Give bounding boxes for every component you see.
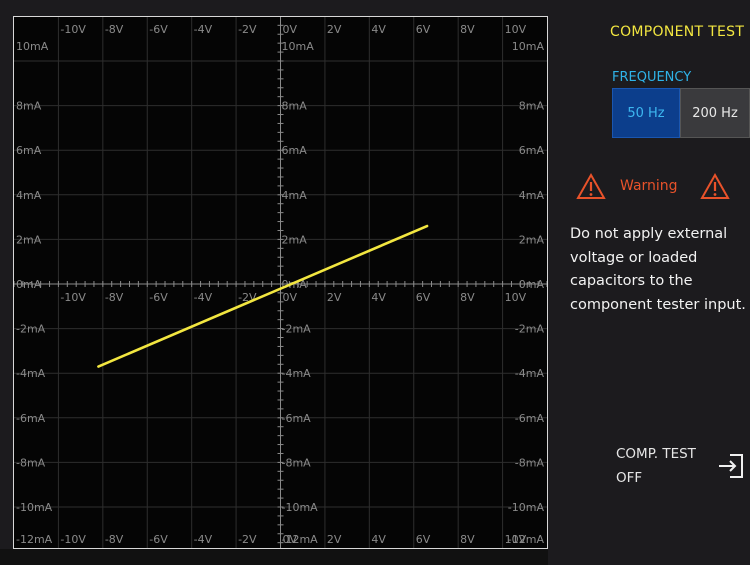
x-tick-label-bottom: 8V: [460, 533, 475, 546]
y-tick-label-center: 10mA: [282, 40, 315, 53]
y-tick-label-left: -4mA: [16, 367, 46, 380]
warning-header: Warning: [576, 172, 734, 202]
y-tick-label-left: -8mA: [16, 456, 46, 469]
x-tick-label-top: 10V: [505, 23, 527, 36]
x-tick-label-bottom: -10V: [60, 533, 86, 546]
warning-message: Do not apply external voltage or loaded …: [570, 226, 746, 313]
x-tick-label-bottom: -4V: [194, 533, 213, 546]
y-tick-label-right: 2mA: [519, 233, 545, 246]
x-tick-label-top: 0V: [283, 23, 298, 36]
x-tick-label-bottom: 2V: [327, 533, 342, 546]
comp-test-label: COMP. TEST: [616, 446, 696, 462]
y-tick-label-center: 6mA: [282, 144, 308, 157]
x-tick-label-top: -10V: [60, 23, 86, 36]
panel-title: COMPONENT TEST: [610, 24, 745, 40]
x-tick-label-bottom: 4V: [371, 533, 386, 546]
x-tick-label-bottom: -2V: [238, 533, 257, 546]
y-tick-label-left: 2mA: [16, 233, 42, 246]
x-tick-label-mid: 4V: [371, 291, 386, 304]
y-tick-label-center: 4mA: [282, 189, 308, 202]
y-tick-label-right: -6mA: [515, 412, 545, 425]
x-tick-label-mid: 2V: [327, 291, 342, 304]
y-tick-label-left: -2mA: [16, 323, 46, 336]
x-tick-label-mid: 0V: [283, 291, 298, 304]
y-tick-label-center: -8mA: [282, 456, 312, 469]
y-tick-label-center: 2mA: [282, 233, 308, 246]
y-tick-label-left: -10mA: [16, 501, 53, 514]
x-tick-label-top: 6V: [416, 23, 431, 36]
component-test-screen: -10V -8V -6V -4V -2V 0V 2V 4V 6V 8V 10V -10V -8V -6V -…: [13, 16, 548, 549]
bottom-strip: [0, 549, 548, 565]
x-tick-label-mid: -6V: [149, 291, 168, 304]
y-tick-label-right: -2mA: [515, 323, 545, 336]
freq-200hz-button[interactable]: 200 Hz: [680, 88, 750, 138]
side-panel: COMPONENT TEST FREQUENCY 50 Hz 200 Hz Wa…: [556, 0, 750, 565]
y-tick-label-center: -6mA: [282, 412, 312, 425]
x-tick-label-top: -6V: [149, 23, 168, 36]
y-tick-label-left: 4mA: [16, 189, 42, 202]
comp-test-off-button[interactable]: COMP. TEST OFF: [616, 442, 696, 490]
y-tick-label-left: 10mA: [16, 40, 49, 53]
x-tick-label-top: -4V: [194, 23, 213, 36]
warning-title: Warning: [620, 178, 678, 194]
x-tick-label-bottom: -6V: [149, 533, 168, 546]
y-tick-label-right: 8mA: [519, 100, 545, 113]
warning-icon: [700, 172, 730, 199]
y-tick-label-right: -12mA: [508, 533, 545, 546]
x-tick-label-top: -2V: [238, 23, 257, 36]
x-tick-label-mid: 6V: [416, 291, 431, 304]
x-tick-label-top: 4V: [371, 23, 386, 36]
frequency-label: FREQUENCY: [612, 70, 692, 85]
y-tick-label-center: -2mA: [282, 323, 312, 336]
y-tick-label-right: 0mA: [519, 278, 545, 291]
y-tick-label-left: 8mA: [16, 100, 42, 113]
y-tick-label-center: -12mA: [282, 533, 319, 546]
x-tick-label-mid: 8V: [460, 291, 475, 304]
y-tick-label-right: 4mA: [519, 189, 545, 202]
x-tick-label-mid: -10V: [60, 291, 86, 304]
y-tick-label-right: -4mA: [515, 367, 545, 380]
y-tick-label-right: -8mA: [515, 456, 545, 469]
comp-test-state: OFF: [616, 470, 643, 486]
y-tick-label-center: 8mA: [282, 100, 308, 113]
x-tick-label-top: 8V: [460, 23, 475, 36]
exit-icon[interactable]: [716, 452, 746, 480]
y-tick-label-right: -10mA: [508, 501, 545, 514]
xy-plot: -10V -8V -6V -4V -2V 0V 2V 4V 6V 8V 10V -10V -8V -6V -…: [14, 17, 547, 548]
x-tick-label-bottom: -8V: [105, 533, 124, 546]
y-tick-label-left: 0mA: [16, 278, 42, 291]
y-tick-label-center: -10mA: [282, 501, 319, 514]
x-tick-label-top: 2V: [327, 23, 342, 36]
y-tick-label-left: 6mA: [16, 144, 42, 157]
y-tick-label-left: -12mA: [16, 533, 53, 546]
y-tick-label-right: 10mA: [512, 40, 545, 53]
x-tick-label-bottom: 6V: [416, 533, 431, 546]
x-tick-label-mid: 10V: [505, 291, 527, 304]
y-tick-label-left: -6mA: [16, 412, 46, 425]
freq-50hz-button[interactable]: 50 Hz: [612, 88, 680, 138]
x-tick-label-top: -8V: [105, 23, 124, 36]
y-tick-label-center: -4mA: [282, 367, 312, 380]
y-tick-label-right: 6mA: [519, 144, 545, 157]
x-tick-label-mid: -8V: [105, 291, 124, 304]
warning-icon: [576, 172, 606, 199]
x-tick-label-mid: -4V: [194, 291, 213, 304]
